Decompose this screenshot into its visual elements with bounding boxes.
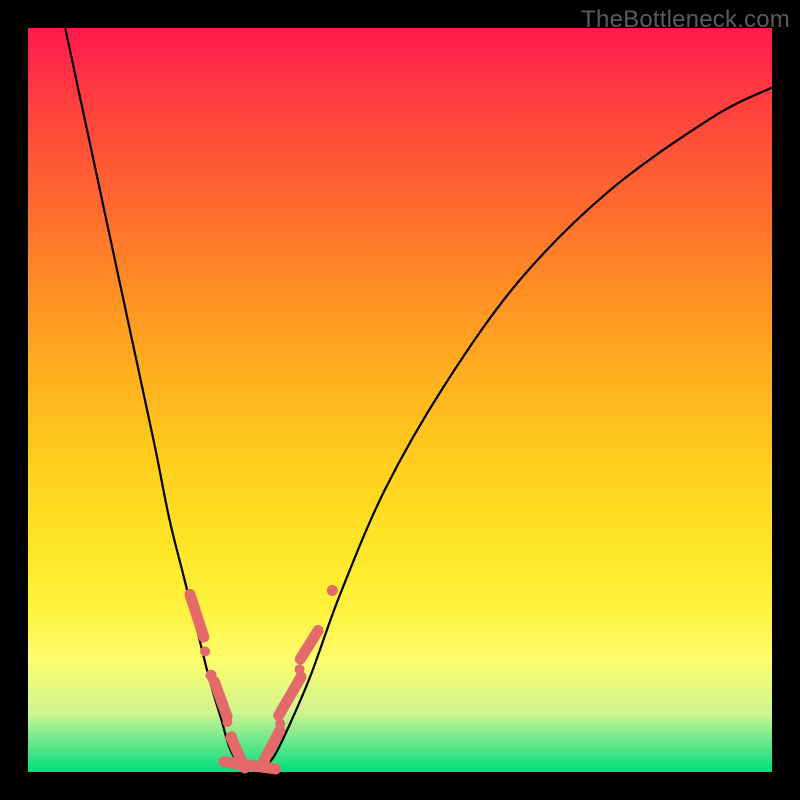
- data-markers: [183, 585, 338, 775]
- data-marker-dot: [200, 646, 210, 656]
- chart-svg: [28, 28, 772, 772]
- data-marker-dot: [327, 585, 338, 596]
- data-marker-dot: [222, 717, 232, 727]
- data-marker-dot: [295, 664, 305, 674]
- data-marker-pill: [183, 588, 211, 644]
- left-curve: [65, 28, 242, 768]
- chart-plot-area: [28, 28, 772, 772]
- watermark-text: TheBottleneck.com: [581, 6, 790, 34]
- right-curve: [262, 88, 772, 768]
